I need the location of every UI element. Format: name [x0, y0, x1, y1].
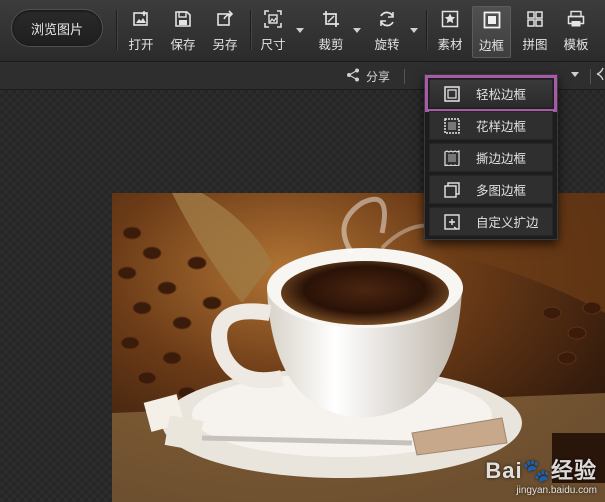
watermark-brand: Bai [485, 458, 523, 483]
collage-button[interactable]: 拼图 [519, 8, 551, 56]
torn-border-icon [444, 149, 470, 166]
save-label: 保存 [170, 37, 196, 52]
subbar-divider [404, 69, 405, 84]
size-label: 尺寸 [260, 37, 286, 52]
crop-label: 裁剪 [318, 37, 344, 52]
menu-item-label: 花样边框 [476, 119, 527, 134]
paw-icon: 🐾 [522, 458, 551, 483]
size-button[interactable]: 尺寸 [258, 8, 288, 56]
resize-icon [264, 8, 282, 30]
menu-item-label: 撕边边框 [476, 151, 527, 166]
share-label: 分享 [366, 69, 391, 84]
star-frame-icon [441, 8, 459, 30]
toolbar-divider [250, 10, 251, 50]
save-as-label: 另存 [212, 37, 238, 52]
menu-item-label: 轻松边框 [476, 87, 527, 102]
rotate-icon [378, 8, 396, 30]
template-label: 模板 [563, 37, 589, 52]
border-label: 边框 [478, 38, 504, 53]
material-label: 素材 [437, 37, 463, 52]
menu-item-label: 自定义扩边 [476, 215, 539, 230]
save-as-button[interactable]: 另存 [209, 8, 241, 56]
menu-item-multi-image-border[interactable]: 多图边框 [429, 175, 553, 204]
multi-image-border-icon [444, 181, 470, 198]
main-toolbar: 浏览图片 打开 保存 另存 尺寸 裁剪 旋转 素材 边框 拼图 模板 [0, 0, 605, 62]
baidu-jingyan-watermark: Bai🐾经验 jingyan.baidu.com [485, 453, 597, 496]
watermark-brand-suffix: 经验 [550, 458, 597, 483]
rotate-button[interactable]: 旋转 [372, 8, 402, 56]
pattern-border-icon [444, 117, 470, 134]
custom-extend-icon [444, 213, 470, 230]
watermark-url: jingyan.baidu.com [516, 485, 597, 496]
rotate-label: 旋转 [374, 37, 400, 52]
subbar-divider [590, 69, 591, 84]
save-button[interactable]: 保存 [168, 8, 198, 56]
open-button[interactable]: 打开 [126, 8, 156, 56]
template-button[interactable]: 模板 [560, 8, 592, 56]
crop-icon [322, 8, 340, 30]
menu-item-simple-border[interactable]: 轻松边框 [425, 75, 557, 112]
toolbar-divider [426, 10, 427, 50]
grid-icon [526, 8, 544, 30]
open-label: 打开 [128, 37, 154, 52]
share-button[interactable]: 分享 [346, 67, 390, 85]
size-chevron-down-icon[interactable] [296, 28, 304, 33]
collage-label: 拼图 [522, 37, 548, 52]
printer-icon [567, 8, 585, 30]
material-button[interactable]: 素材 [434, 8, 466, 56]
menu-item-label: 多图边框 [476, 183, 527, 198]
crop-button[interactable]: 裁剪 [316, 8, 346, 56]
menu-item-custom-extend[interactable]: 自定义扩边 [429, 207, 553, 236]
toolbar-divider [116, 10, 117, 50]
save-icon [174, 8, 192, 30]
rotate-chevron-down-icon[interactable] [410, 28, 418, 33]
collapse-icon[interactable] [596, 67, 605, 84]
simple-border-icon [444, 85, 470, 102]
more-chevron-down-icon[interactable] [571, 72, 579, 77]
open-image-icon [132, 8, 150, 30]
menu-item-pattern-border[interactable]: 花样边框 [429, 111, 553, 140]
share-icon [346, 68, 360, 85]
browse-images-button[interactable]: 浏览图片 [11, 9, 103, 47]
border-dropdown-menu: 轻松边框 花样边框 撕边边框 多图边框 自定义扩边 [424, 74, 558, 240]
menu-item-torn-border[interactable]: 撕边边框 [429, 143, 553, 172]
save-as-icon [216, 8, 234, 30]
border-button[interactable]: 边框 [472, 6, 511, 58]
border-icon [483, 9, 501, 31]
crop-chevron-down-icon[interactable] [353, 28, 361, 33]
